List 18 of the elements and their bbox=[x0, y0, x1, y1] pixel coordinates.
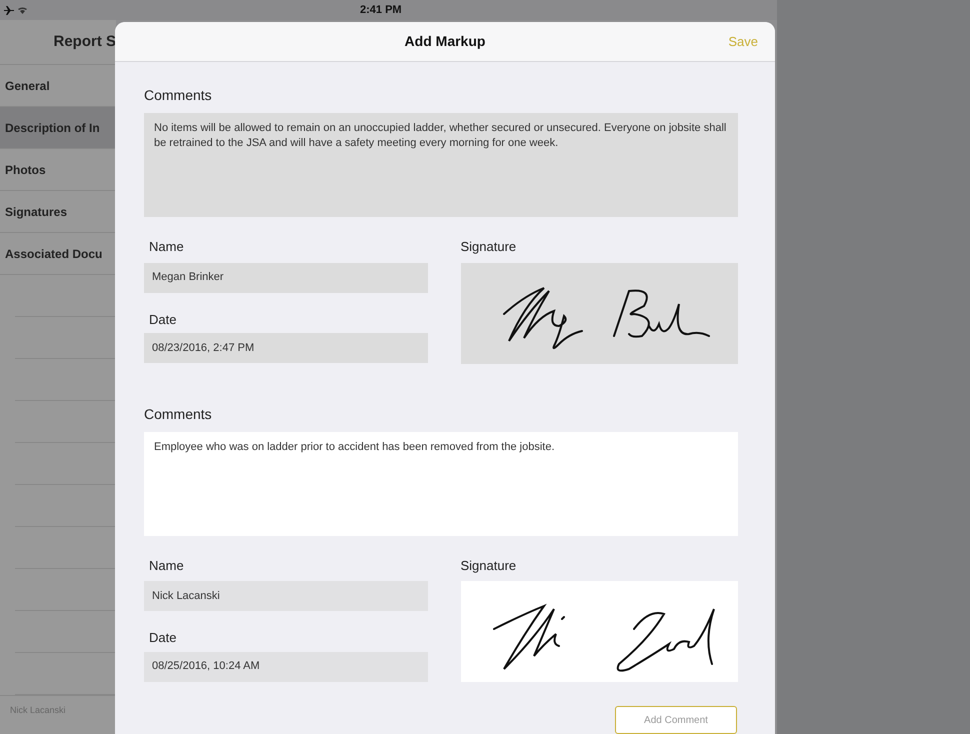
status-time: 2:41 PM bbox=[360, 2, 402, 18]
date-label: Date bbox=[148, 629, 178, 647]
wifi-icon bbox=[18, 6, 27, 14]
comments-field[interactable]: Employee who was on ladder prior to accident has been removed from the jobsite. bbox=[144, 432, 738, 536]
date-field[interactable]: 08/25/2016, 10:24 AM bbox=[144, 652, 428, 682]
date-label: Date bbox=[148, 310, 178, 328]
comments-label: Comments bbox=[144, 86, 213, 105]
name-label: Name bbox=[148, 556, 185, 574]
modal-title: Add Markup bbox=[404, 32, 486, 51]
add-comment-button[interactable]: Add Comment bbox=[615, 706, 737, 734]
name-label: Name bbox=[148, 238, 185, 256]
name-field[interactable]: Nick Lacanski bbox=[144, 581, 428, 611]
sidebar-item[interactable]: Description of In bbox=[0, 107, 116, 150]
signature-label: Signature bbox=[460, 556, 518, 575]
comments-label: Comments bbox=[144, 404, 213, 424]
sidebar-title: Report S bbox=[53, 32, 116, 52]
signature-label: Signature bbox=[460, 238, 518, 256]
airplane-icon bbox=[4, 6, 14, 14]
